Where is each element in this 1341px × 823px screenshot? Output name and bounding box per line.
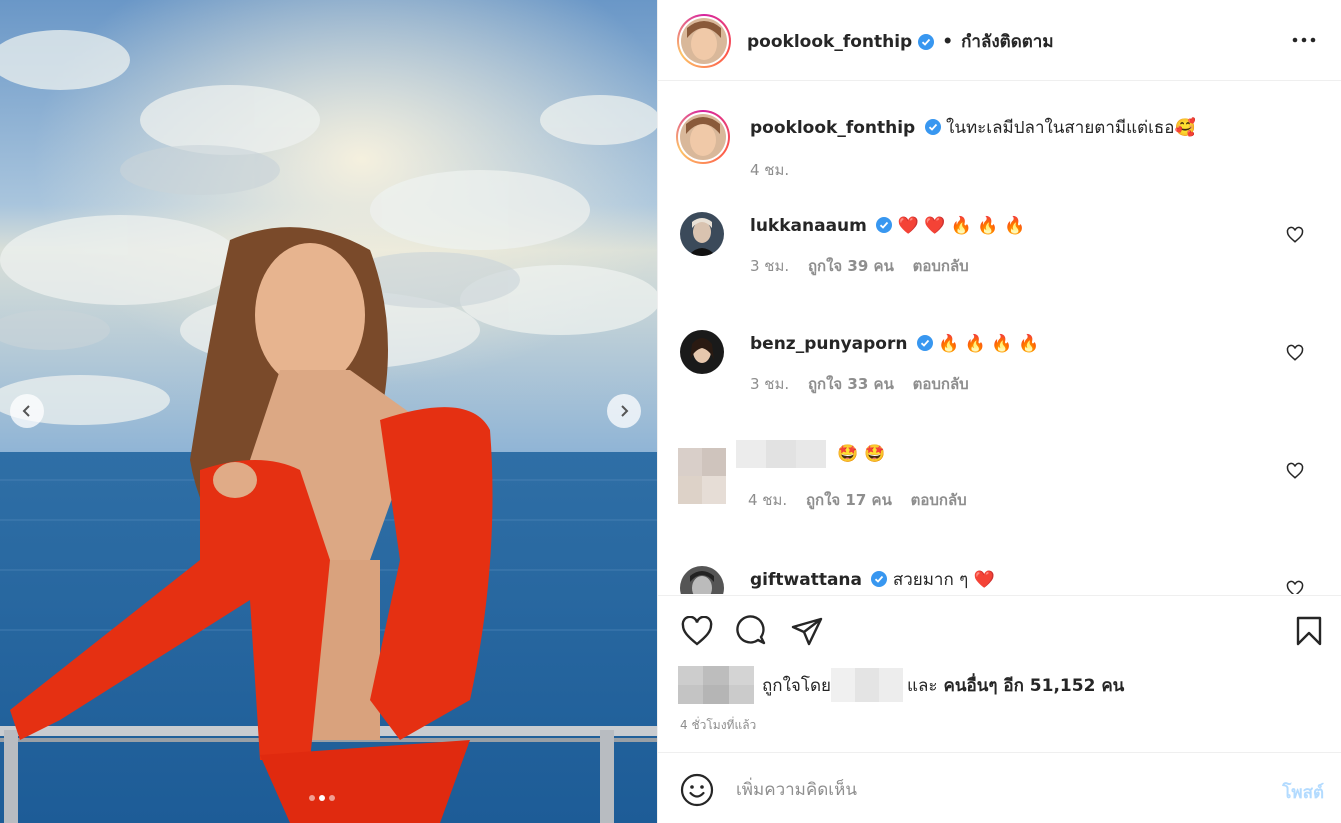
chevron-left-icon [22, 405, 30, 417]
blurred-username[interactable] [736, 440, 826, 468]
blurred-liker-name[interactable] [830, 668, 903, 702]
more-horizontal-icon [1292, 37, 1316, 43]
comment-like-heart-icon[interactable] [1286, 344, 1304, 362]
commenter-avatar[interactable] [680, 212, 724, 256]
author-username[interactable]: pooklook_fonthip [747, 32, 912, 52]
liked-by-others[interactable]: คนอื่นๆ อีก 51,152 คน [944, 672, 1125, 699]
verified-badge-icon [924, 119, 941, 135]
post-comment-button[interactable]: โพสต์ [1282, 779, 1324, 806]
more-options-button[interactable] [1290, 28, 1318, 52]
comment-time: 3 ชม. [750, 375, 790, 393]
heart-icon [681, 616, 713, 646]
smiley-icon [680, 773, 714, 807]
comment-input[interactable] [736, 775, 1236, 805]
comment-time: 3 ชม. [750, 257, 790, 275]
separator: • [942, 31, 954, 52]
post-actions: ถูกใจโดย และ คนอื่นๆ อีก 51,152 คน 4 ชั่… [658, 595, 1341, 752]
carousel-dot [309, 795, 315, 801]
comment-like-heart-icon[interactable] [1286, 226, 1304, 244]
caption-time: 4 ชม. [750, 161, 790, 179]
verified-badge-icon [916, 335, 933, 351]
emoji-button[interactable] [680, 773, 714, 807]
comment-like-heart-icon[interactable] [1286, 580, 1304, 594]
like-button[interactable] [680, 614, 714, 648]
liked-by: ถูกใจโดย และ คนอื่นๆ อีก 51,152 คน [678, 666, 1124, 704]
comments-list[interactable]: pooklook_fonthip ในทะเลมีปลาในสายตามีแต่… [658, 82, 1341, 594]
avatar-image [680, 330, 724, 374]
add-comment-bar: โพสต์ [658, 752, 1341, 823]
comment-text: 🔥 🔥 🔥 🔥 [938, 334, 1040, 354]
comment-like-heart-icon[interactable] [1286, 462, 1304, 480]
share-button[interactable] [790, 614, 824, 648]
reply-button[interactable]: ตอบกลับ [911, 491, 967, 509]
next-photo-button[interactable] [607, 394, 641, 428]
avatar-image [680, 114, 726, 160]
commenter-avatar[interactable] [680, 566, 724, 594]
send-icon [791, 617, 823, 646]
verified-badge-icon [871, 571, 888, 587]
reply-button[interactable]: ตอบกลับ [913, 257, 969, 275]
carousel-dot [329, 795, 335, 801]
liked-by-and: และ [906, 675, 938, 696]
comment-likes[interactable]: ถูกใจ 33 คน [808, 375, 894, 393]
blurred-avatar-image [678, 448, 726, 504]
carousel-indicator [309, 795, 335, 801]
post-photo[interactable] [0, 0, 657, 823]
reply-button[interactable]: ตอบกลับ [913, 375, 969, 393]
avatar-image [680, 212, 724, 256]
caption-username[interactable]: pooklook_fonthip [750, 118, 915, 138]
comment-icon [736, 615, 766, 645]
comment-time: 4 ชม. [748, 491, 788, 509]
comment-likes[interactable]: ถูกใจ 39 คน [808, 257, 894, 275]
avatar-image [680, 566, 724, 594]
commenter-avatar[interactable] [680, 330, 724, 374]
verified-badge-icon [918, 33, 935, 50]
verified-badge-icon [876, 217, 893, 233]
liked-by-prefix: ถูกใจโดย [762, 675, 831, 696]
comment-text: ❤️ ❤️ 🔥 🔥 🔥 [897, 216, 1026, 236]
blurred-liker-avatar[interactable] [678, 666, 754, 704]
caption-avatar[interactable] [676, 110, 730, 164]
comment-button[interactable] [735, 614, 769, 648]
commenter-avatar-blurred[interactable] [678, 448, 726, 504]
chevron-right-icon [621, 405, 629, 417]
comment-username[interactable]: benz_punyaporn [750, 334, 907, 354]
carousel-dot-active [319, 795, 325, 801]
comment-text: 🤩 🤩 [837, 444, 886, 464]
save-button[interactable] [1292, 614, 1326, 648]
author-avatar[interactable] [677, 14, 731, 68]
previous-photo-button[interactable] [10, 394, 44, 428]
comment-username[interactable]: lukkanaaum [750, 216, 867, 236]
bookmark-icon [1296, 616, 1322, 646]
comment-likes[interactable]: ถูกใจ 17 คน [806, 491, 892, 509]
comment-username[interactable]: giftwattana [750, 570, 862, 590]
photo-image [0, 0, 657, 823]
caption-emoji: 🥰 [1174, 118, 1196, 138]
post-header: pooklook_fonthip • กำลังติดตาม [658, 0, 1341, 81]
post-details-panel: pooklook_fonthip • กำลังติดตาม pooklook_… [657, 0, 1341, 823]
avatar-image [681, 18, 727, 64]
post-timestamp[interactable]: 4 ชั่วโมงที่แล้ว [680, 716, 756, 735]
caption-text: ในทะเลมีปลาในสายตามีแต่เธอ [946, 118, 1175, 138]
comment-text: สวยมาก ๆ ❤️ [892, 570, 995, 590]
following-button[interactable]: กำลังติดตาม [961, 28, 1053, 55]
